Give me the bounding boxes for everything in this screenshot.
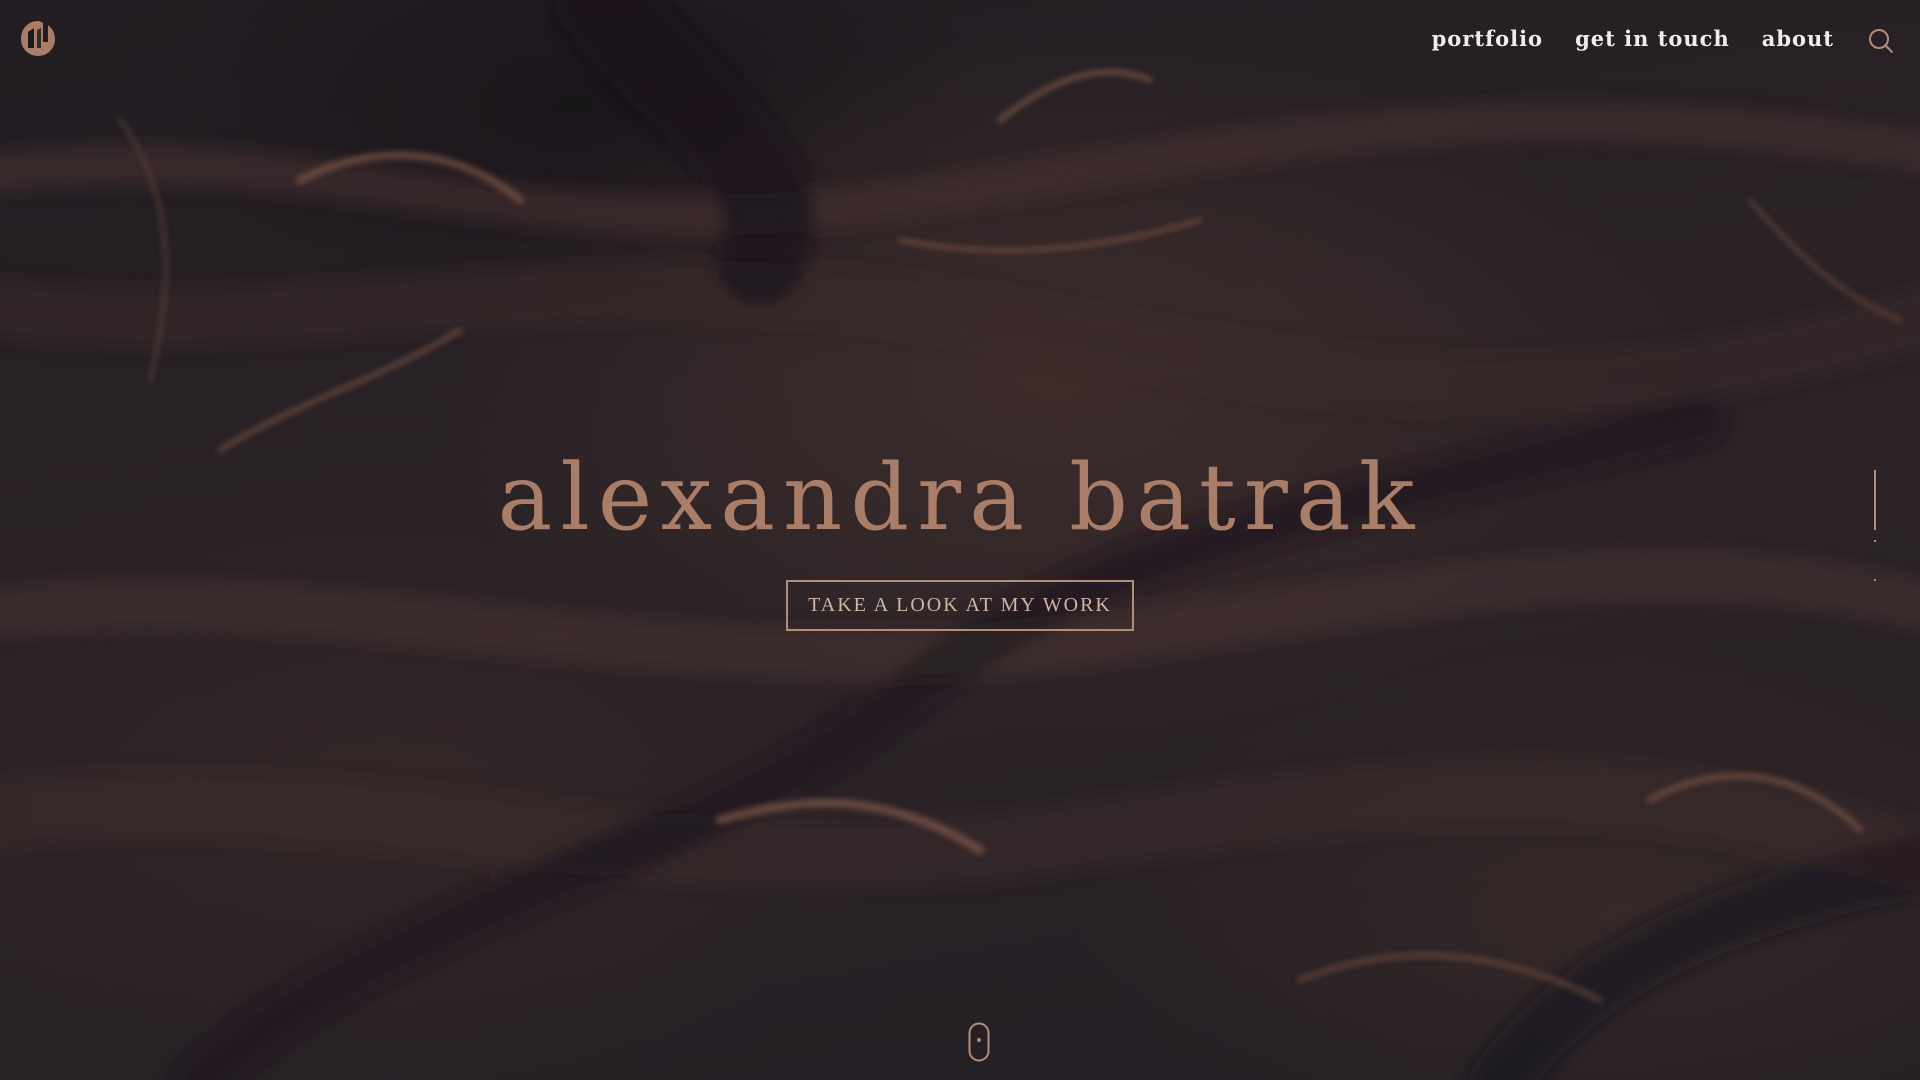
pager-dot[interactable] — [1874, 540, 1876, 542]
main-nav: portfolio get in touch about — [1432, 24, 1834, 54]
search-icon[interactable] — [1866, 26, 1896, 56]
nav-item-about[interactable]: about — [1762, 24, 1834, 54]
hero-title: alexandra batrak — [497, 444, 1423, 551]
mouse-scroll-icon[interactable] — [968, 1022, 990, 1062]
nav-item-portfolio[interactable]: portfolio — [1432, 24, 1543, 54]
view-work-button[interactable]: TAKE A LOOK AT MY WORK — [786, 580, 1134, 631]
nav-item-get-in-touch[interactable]: get in touch — [1575, 24, 1730, 54]
pager-dot[interactable] — [1874, 579, 1876, 581]
ab-monogram-logo[interactable] — [18, 18, 58, 58]
pager-active-indicator[interactable] — [1874, 470, 1876, 530]
